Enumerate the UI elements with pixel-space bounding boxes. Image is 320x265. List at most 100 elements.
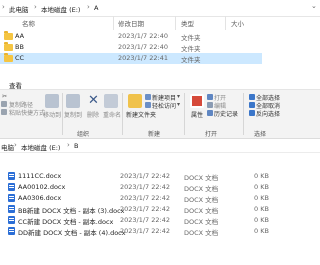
list-item[interactable]: AA 2023/1/7 22:40 文件夹	[0, 31, 320, 42]
list-item[interactable]: AA0306.docx 2023/1/7 22:42 DOCX 文档 0 KB	[0, 193, 320, 204]
chevron-down-icon[interactable]: ▾	[177, 93, 180, 100]
chevron-down-icon[interactable]: ▾	[177, 101, 180, 108]
file-date: 2023/1/7 22:42	[120, 205, 170, 213]
folder-icon	[4, 42, 13, 51]
file-name: DD新建 DOCX 文档 - 副本 (4).docx	[18, 229, 126, 237]
open-icon	[207, 94, 213, 100]
file-type: 文件夹	[181, 56, 201, 64]
column-header-type[interactable]: 类型	[181, 18, 194, 28]
list-item-selected[interactable]: CC 2023/1/7 22:41 文件夹	[0, 53, 262, 64]
file-type: DOCX 文档	[184, 218, 219, 226]
docx-file-icon	[8, 183, 15, 191]
copy-to-icon	[66, 94, 80, 108]
list-item[interactable]: 1111CC.docx 2023/1/7 22:42 DOCX 文档 0 KB	[0, 171, 320, 182]
paste-shortcut-button[interactable]: 粘贴快捷方式	[9, 108, 45, 117]
docx-file-icon	[8, 216, 15, 224]
file-date: 2023/1/7 22:42	[120, 172, 170, 180]
rename-icon	[104, 94, 118, 108]
address-bar-bottom[interactable]: 电脑 › 本地磁盘 (E:) › B	[0, 139, 320, 153]
breadcrumb-item[interactable]: 本地磁盘 (E:)	[41, 4, 80, 14]
invert-selection-button[interactable]: 反向选择	[256, 109, 280, 118]
divider	[243, 93, 244, 135]
file-name: BB新建 DOCX 文档 - 副本 (3).docx	[18, 207, 125, 215]
file-date: 2023/1/7 22:42	[120, 183, 170, 191]
easy-access-button[interactable]: 轻松访问	[152, 101, 176, 110]
history-button[interactable]: 历史记录	[214, 109, 238, 118]
properties-icon	[190, 94, 204, 108]
file-name: CC	[15, 54, 25, 62]
file-type: DOCX 文档	[184, 196, 219, 204]
column-header-row: 名称 修改日期 类型 大小	[0, 16, 320, 30]
file-name: 1111CC.docx	[18, 172, 62, 180]
breadcrumb-item[interactable]: A	[94, 4, 98, 12]
breadcrumb-item[interactable]: 电脑	[1, 142, 14, 152]
column-divider[interactable]	[175, 16, 176, 30]
group-label-new: 新建	[148, 131, 161, 138]
ribbon: ✂ 复制路径 粘贴快捷方式 移动到 复制到 ✕ 删除 重命名 组织 新建文件夹 …	[0, 89, 320, 139]
ribbon-tab-bar: 查看	[0, 77, 320, 90]
column-header-size[interactable]: 大小	[231, 18, 244, 28]
paste-shortcut-icon	[1, 109, 7, 115]
docx-file-icon	[8, 227, 15, 235]
new-folder-icon	[128, 94, 142, 108]
edit-icon	[207, 102, 213, 108]
list-item[interactable]: BB 2023/1/7 22:40 文件夹	[0, 42, 320, 53]
file-size: 0 KB	[254, 227, 269, 235]
chevron-down-icon[interactable]: ⌄	[311, 2, 317, 10]
file-name: CC新建 DOCX 文档 - 副本.docx	[18, 218, 114, 226]
group-label-open: 打开	[205, 131, 218, 138]
chevron-right-icon: ›	[34, 3, 37, 11]
properties-button[interactable]: 属性	[191, 110, 203, 119]
file-date: 2023/1/7 22:42	[120, 227, 170, 235]
file-name: AA0306.docx	[18, 194, 62, 202]
column-header-date[interactable]: 修改日期	[118, 18, 144, 28]
delete-icon: ✕	[88, 93, 99, 108]
chevron-right-icon: ›	[87, 3, 90, 11]
copy-to-button[interactable]: 复制到	[64, 110, 82, 119]
breadcrumb-item[interactable]: B	[74, 142, 78, 150]
file-date: 2023/1/7 22:40	[118, 43, 168, 51]
file-name: BB	[15, 43, 24, 51]
divider	[122, 93, 123, 135]
delete-button[interactable]: 删除	[87, 110, 99, 119]
file-date: 2023/1/7 22:40	[118, 32, 168, 40]
file-size: 0 KB	[254, 183, 269, 191]
history-icon	[207, 110, 213, 116]
file-size: 0 KB	[254, 194, 269, 202]
group-label-select: 选择	[254, 131, 267, 138]
move-to-button[interactable]: 移动到	[43, 110, 61, 119]
chevron-right-icon: ›	[2, 3, 5, 11]
file-name: AA00102.docx	[18, 183, 66, 191]
docx-file-icon	[8, 194, 15, 202]
select-none-icon	[249, 102, 255, 108]
invert-selection-icon	[249, 110, 255, 116]
file-size: 0 KB	[254, 216, 269, 224]
file-type: DOCX 文档	[184, 174, 219, 182]
breadcrumb-item[interactable]: 本地磁盘 (E:)	[21, 142, 60, 152]
copy-path-icon	[1, 101, 7, 107]
list-item[interactable]: BB新建 DOCX 文档 - 副本 (3).docx 2023/1/7 22:4…	[0, 204, 320, 215]
list-item[interactable]: DD新建 DOCX 文档 - 副本 (4).docx 2023/1/7 22:4…	[0, 226, 320, 237]
cut-icon[interactable]: ✂	[2, 93, 7, 100]
list-item[interactable]: AA00102.docx 2023/1/7 22:42 DOCX 文档 0 KB	[0, 182, 320, 193]
rename-button[interactable]: 重命名	[103, 110, 121, 119]
folder-icon	[4, 53, 13, 62]
file-type: DOCX 文档	[184, 185, 219, 193]
easy-access-icon	[145, 102, 151, 108]
move-to-icon	[45, 94, 59, 108]
column-header-name[interactable]: 名称	[22, 18, 35, 28]
chevron-right-icon: ›	[67, 141, 70, 149]
file-date: 2023/1/7 22:42	[120, 194, 170, 202]
new-folder-button[interactable]: 新建文件夹	[126, 110, 156, 119]
file-type: DOCX 文档	[184, 229, 219, 237]
address-bar-top[interactable]: › 此电脑 › 本地磁盘 (E:) › A ⌄	[0, 0, 320, 17]
group-label-organize: 组织	[77, 131, 90, 138]
column-divider[interactable]	[225, 16, 226, 30]
file-date: 2023/1/7 22:42	[120, 216, 170, 224]
breadcrumb-item[interactable]: 此电脑	[9, 4, 29, 14]
column-divider[interactable]	[113, 16, 114, 30]
new-item-icon	[145, 94, 151, 100]
list-item[interactable]: CC新建 DOCX 文档 - 副本.docx 2023/1/7 22:42 DO…	[0, 215, 320, 226]
file-date: 2023/1/7 22:41	[118, 54, 168, 62]
file-size: 0 KB	[254, 172, 269, 180]
